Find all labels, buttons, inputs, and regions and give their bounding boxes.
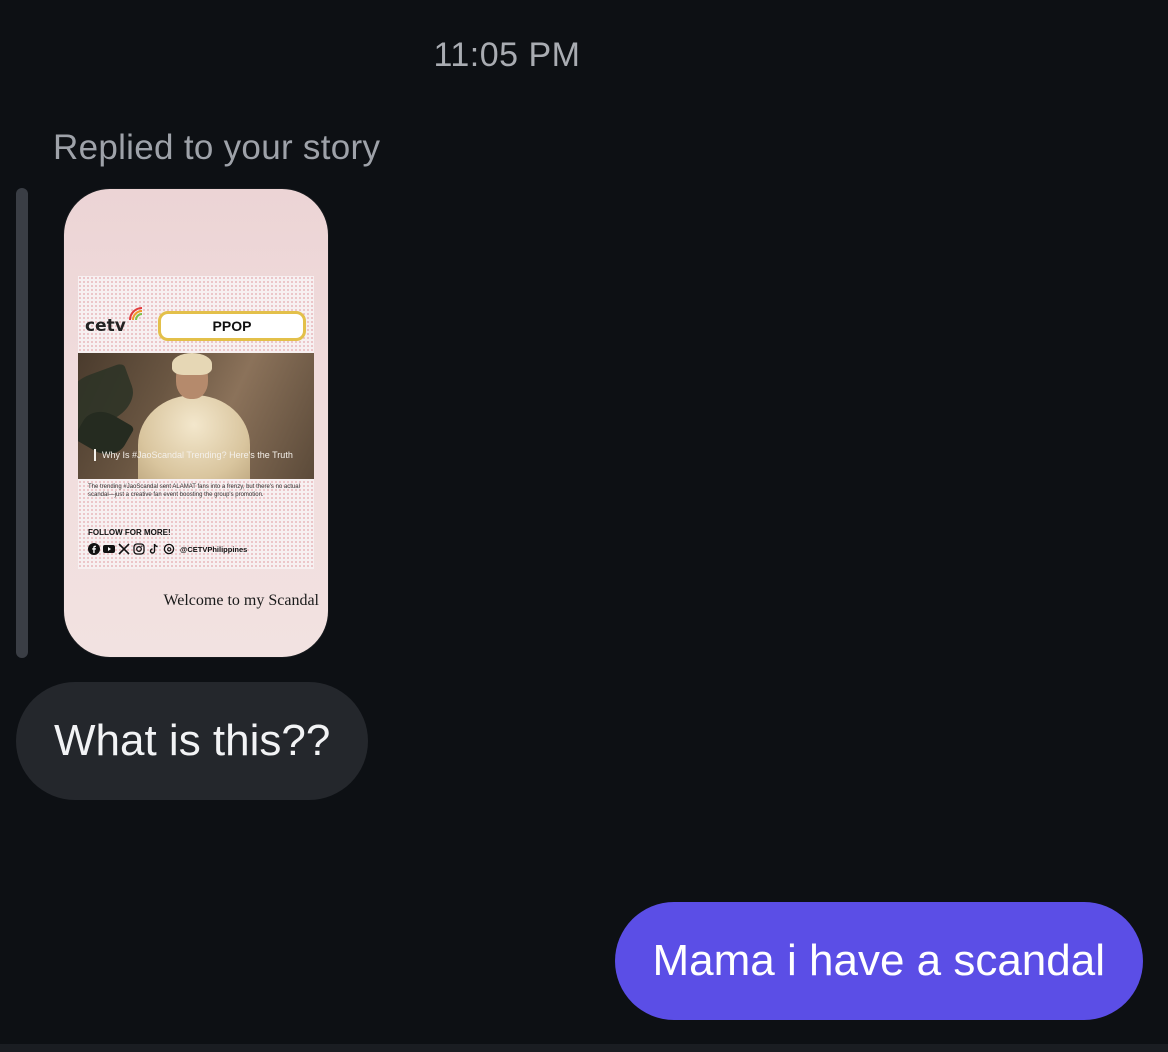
story-caption: Welcome to my Scandal xyxy=(163,592,319,609)
post-headline: Why Is #JaoScandal Trending? Here's the … xyxy=(94,449,314,461)
story-reply-label: Replied to your story xyxy=(53,128,381,167)
cetv-logo: cetv xyxy=(85,316,126,336)
reply-indicator-bar xyxy=(16,188,28,658)
facebook-icon xyxy=(88,543,100,555)
post-header: cetv PPOP xyxy=(78,276,314,353)
composer-edge xyxy=(0,1044,1168,1052)
tiktok-icon xyxy=(149,543,158,554)
post-body-text: The trending #JaoScandal sent ALAMAT fan… xyxy=(88,484,300,498)
signal-arc-icon xyxy=(129,307,143,321)
x-icon xyxy=(118,543,130,555)
post-photo: Why Is #JaoScandal Trending? Here's the … xyxy=(78,353,314,479)
story-post-graphic: cetv PPOP Why Is #JaoScandal Trending? H… xyxy=(78,276,314,569)
instagram-icon xyxy=(133,543,145,555)
follow-title: FOLLOW FOR MORE! xyxy=(88,528,171,537)
story-preview-card[interactable]: cetv PPOP Why Is #JaoScandal Trending? H… xyxy=(64,189,328,657)
youtube-icon xyxy=(103,545,115,553)
outgoing-message-bubble[interactable]: Mama i have a scandal xyxy=(614,902,1143,1020)
social-handle: @CETVPhilippines xyxy=(180,544,248,554)
person-figure xyxy=(138,395,250,479)
category-badge: PPOP xyxy=(158,311,306,341)
incoming-message-bubble[interactable]: What is this?? xyxy=(16,682,369,800)
social-links-row: @CETVPhilippines xyxy=(88,542,247,556)
story-watermark xyxy=(82,575,84,581)
threads-icon xyxy=(163,543,175,555)
message-timestamp: 11:05 PM xyxy=(433,36,581,74)
person-hair xyxy=(172,353,212,375)
